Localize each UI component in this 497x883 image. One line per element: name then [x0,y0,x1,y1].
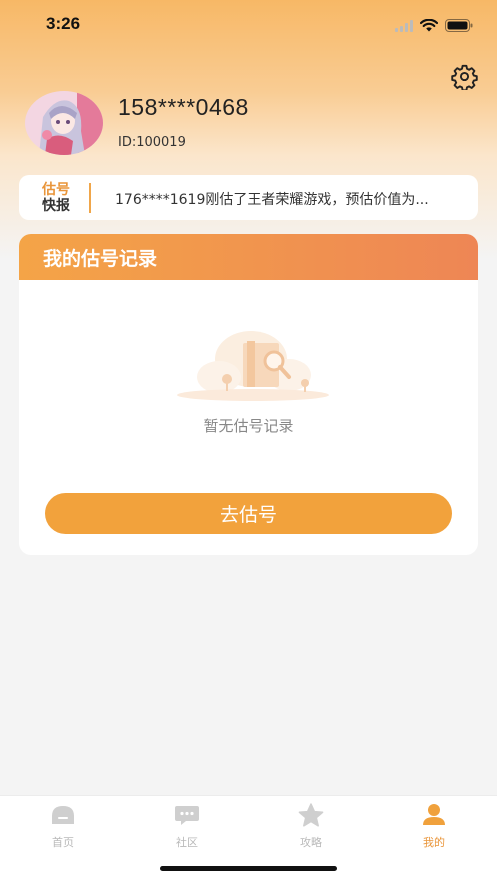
tab-mine[interactable]: 我的 [394,804,474,850]
tab-label: 我的 [423,836,445,849]
news-logo-line1: 估号 [42,182,70,198]
status-icons [395,17,473,36]
tab-guide[interactable]: 攻略 [271,803,351,850]
star-icon [298,803,324,831]
gear-icon [451,64,478,94]
user-id: ID:100019 [118,135,186,150]
news-divider [89,183,91,213]
empty-text: 暂无估号记录 [203,417,294,435]
tab-label: 社区 [176,836,198,849]
home-icon [50,804,76,830]
empty-state-illustration [169,329,329,404]
avatar[interactable] [25,91,103,155]
go-estimate-button[interactable]: 去估号 [45,493,452,534]
tab-label: 攻略 [300,836,322,849]
tab-home[interactable]: 首页 [23,804,103,850]
record-header: 我的估号记录 [19,234,478,280]
record-card: 我的估号记录 暂无估号记录 去估号 [19,234,478,555]
user-phone: 158****0468 [118,94,249,120]
home-indicator [160,866,337,871]
settings-button[interactable] [451,63,478,92]
battery-icon [445,17,473,36]
wifi-icon [419,17,439,36]
status-bar: 3:26 [0,0,497,50]
tab-community[interactable]: 社区 [147,804,227,850]
chat-icon [174,804,200,830]
tab-label: 首页 [52,836,74,849]
signal-icon [395,17,413,36]
news-logo-line2: 快报 [42,198,70,214]
record-title: 我的估号记录 [43,247,158,270]
news-ticker[interactable]: 估号 快报 176****1619刚估了王者荣耀游戏，预估价值为... [19,175,478,220]
status-time: 3:26 [46,14,81,33]
news-logo: 估号 快报 [39,182,73,214]
person-icon [421,803,447,831]
news-text: 176****1619刚估了王者荣耀游戏，预估价值为... [115,192,429,208]
